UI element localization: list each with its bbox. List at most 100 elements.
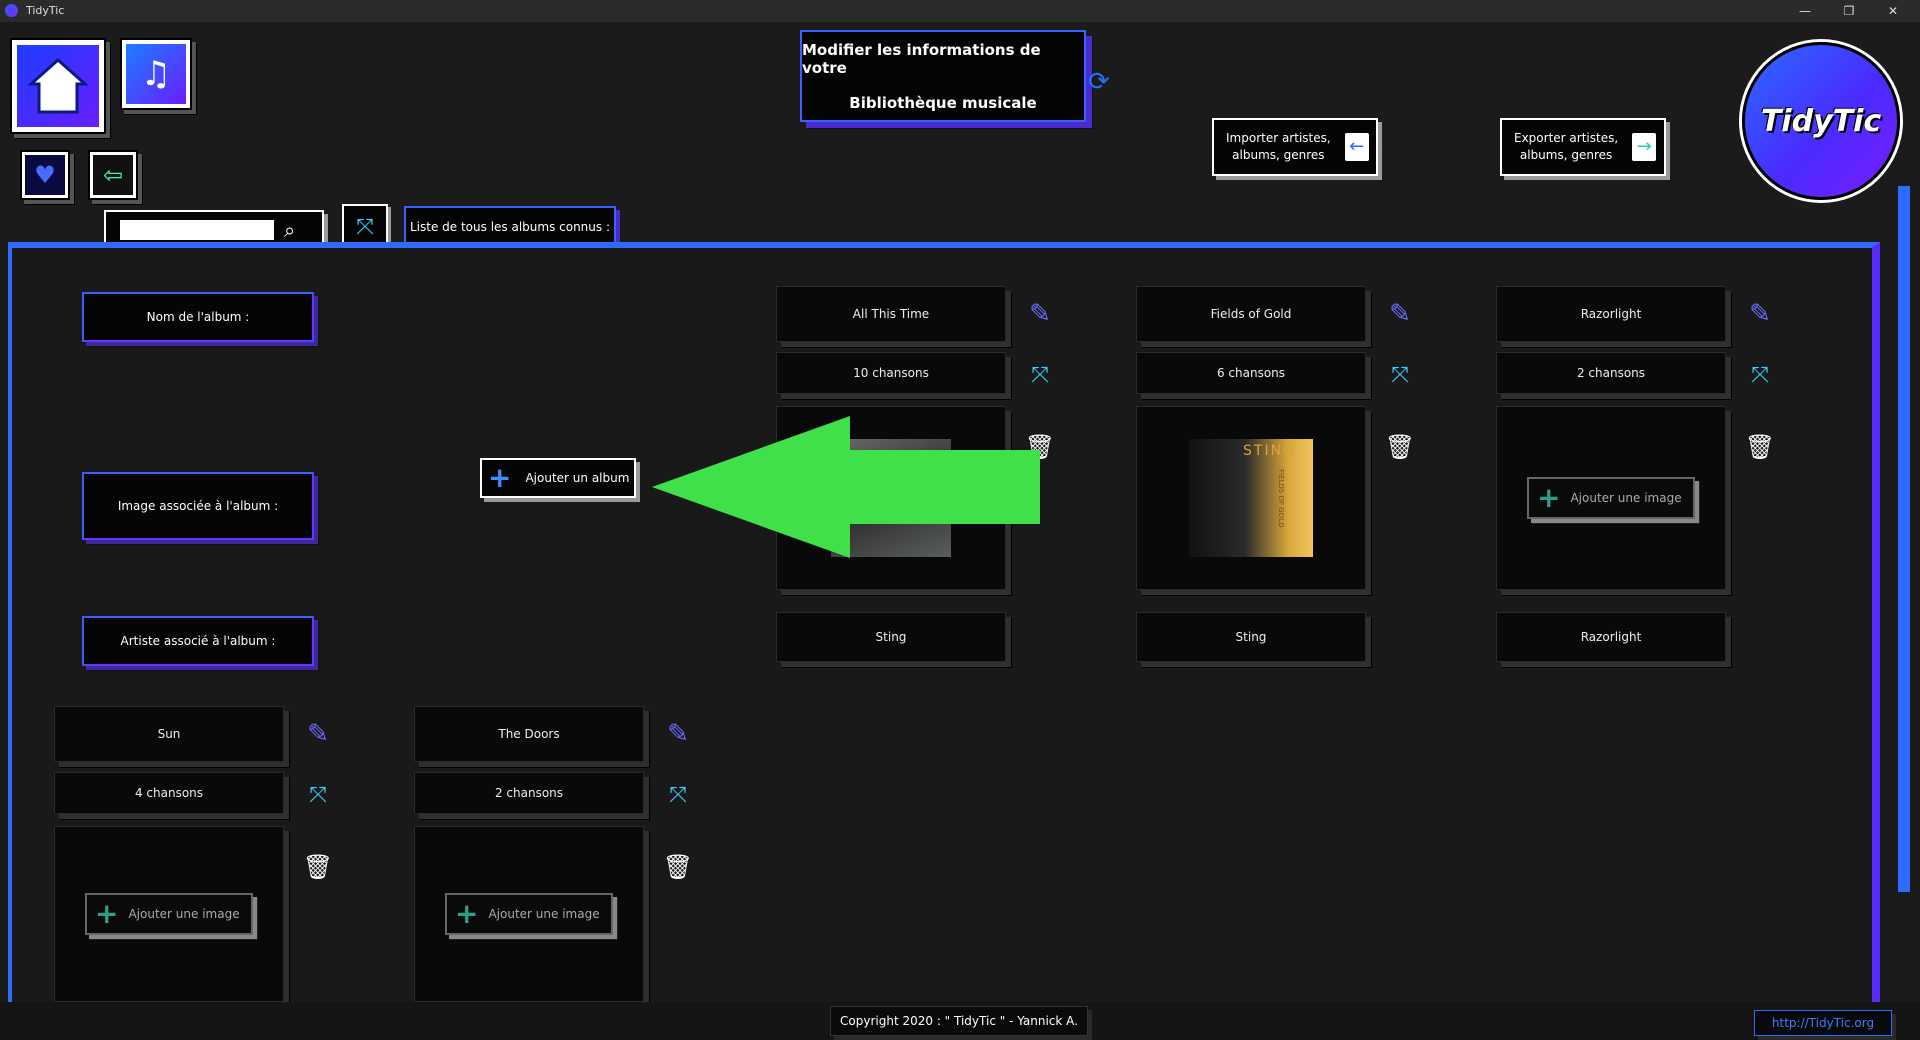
- expand-icon[interactable]: ⤧: [1384, 360, 1416, 390]
- album-songs: 4 chansons: [134, 786, 204, 800]
- copyright-text: Copyright 2020 : " TidyTic " - Yannick A…: [830, 1006, 1088, 1036]
- album-name-label-text: Nom de l'album :: [146, 310, 250, 324]
- add-image-button[interactable]: + Ajouter une image: [1527, 477, 1695, 519]
- favorites-button[interactable]: ♥: [20, 150, 70, 200]
- add-album-label: Ajouter un album: [525, 471, 630, 485]
- app-icon: [5, 4, 18, 17]
- add-image-label: Ajouter une image: [128, 907, 240, 921]
- copyright-label: Copyright 2020 : " TidyTic " - Yannick A…: [840, 1014, 1078, 1028]
- expand-icon[interactable]: ⤧: [1024, 360, 1056, 390]
- add-image-label: Ajouter une image: [1570, 491, 1682, 505]
- album-songs-box: 4 chansons: [54, 772, 284, 814]
- list-tab-label: Liste de tous les albums connus :: [409, 220, 611, 234]
- add-image-button[interactable]: + Ajouter une image: [85, 893, 253, 935]
- pencil-icon[interactable]: ✎: [1384, 298, 1416, 330]
- album-songs-box: 10 chansons: [776, 352, 1006, 394]
- trash-icon[interactable]: 🗑: [1744, 430, 1776, 464]
- plus-icon: +: [1537, 481, 1561, 514]
- website-link-label: http://TidyTic.org: [1771, 1016, 1875, 1030]
- import-label-1: Importer artistes,: [1226, 131, 1331, 145]
- green-arrow-annotation: [652, 416, 1040, 558]
- album-image-box: + Ajouter une image: [414, 826, 644, 1002]
- plus-icon: +: [455, 897, 479, 930]
- plus-icon: +: [95, 897, 119, 930]
- album-artist: Sting: [1235, 630, 1267, 644]
- close-button[interactable]: ✕: [1870, 0, 1916, 22]
- add-album-button[interactable]: + Ajouter un album: [480, 458, 636, 498]
- album-songs: 6 chansons: [1216, 366, 1286, 380]
- trash-icon[interactable]: 🗑: [1384, 430, 1416, 464]
- add-image-button[interactable]: + Ajouter une image: [445, 893, 613, 935]
- album-artist-box[interactable]: Razorlight: [1496, 612, 1726, 662]
- album-image-label-text: Image associée à l'album :: [117, 499, 279, 513]
- album-songs-box: 6 chansons: [1136, 352, 1366, 394]
- page-title-line1: Modifier les informations de votre: [802, 40, 1041, 77]
- trash-icon[interactable]: 🗑: [662, 850, 694, 884]
- album-artist-box[interactable]: Sting: [776, 612, 1006, 662]
- pencil-icon[interactable]: ✎: [302, 718, 334, 750]
- collapse-icon: ⤧: [356, 214, 374, 240]
- album-name: Sun: [157, 727, 181, 741]
- export-button[interactable]: Exporter artistes, albums, genres →: [1500, 118, 1666, 176]
- restore-button[interactable]: ❐: [1826, 0, 1872, 22]
- album-name-label: Nom de l'album :: [82, 292, 314, 342]
- album-artist: Sting: [875, 630, 907, 644]
- plus-icon: +: [488, 461, 512, 494]
- expand-icon[interactable]: ⤧: [302, 780, 334, 810]
- minimize-button[interactable]: —: [1782, 0, 1828, 22]
- page-title-line2: Bibliothèque musicale: [849, 93, 1037, 112]
- album-name-box[interactable]: All This Time: [776, 286, 1006, 342]
- arrow-left-icon: ⇦: [93, 155, 133, 195]
- album-songs: 10 chansons: [853, 366, 929, 380]
- album-name: All This Time: [852, 307, 930, 321]
- import-button[interactable]: Importer artistes, albums, genres ←: [1212, 118, 1378, 176]
- home-icon: [17, 45, 99, 127]
- album-name: Razorlight: [1580, 307, 1642, 321]
- export-label-1: Exporter artistes,: [1514, 131, 1619, 145]
- back-button[interactable]: ⇦: [88, 150, 138, 200]
- album-name-box[interactable]: Razorlight: [1496, 286, 1726, 342]
- album-artist-box[interactable]: Sting: [1136, 612, 1366, 662]
- album-name-box[interactable]: Fields of Gold: [1136, 286, 1366, 342]
- search-input[interactable]: [120, 220, 274, 240]
- album-artist-label: Artiste associé à l'album :: [82, 616, 314, 666]
- album-artist-label-text: Artiste associé à l'album :: [120, 634, 276, 648]
- cover-title: STING: [1243, 443, 1296, 459]
- window-title: TidyTic: [26, 4, 65, 17]
- title-bar: TidyTic — ❐ ✕: [0, 0, 1920, 22]
- cover-subtitle: FIELDS OF GOLD: [1277, 469, 1285, 528]
- album-name: Fields of Gold: [1210, 307, 1292, 321]
- album-songs: 2 chansons: [1576, 366, 1646, 380]
- music-edit-button[interactable]: ♫: [120, 38, 192, 110]
- album-name-box[interactable]: Sun: [54, 706, 284, 762]
- export-label-2: albums, genres: [1519, 148, 1613, 162]
- heart-icon: ♥: [25, 155, 65, 195]
- pencil-icon[interactable]: ✎: [1024, 298, 1056, 330]
- website-link[interactable]: http://TidyTic.org: [1754, 1010, 1892, 1036]
- import-label-2: albums, genres: [1232, 148, 1325, 162]
- album-artist: Razorlight: [1580, 630, 1642, 644]
- page-title: Modifier les informations de votre Bibli…: [800, 30, 1086, 122]
- album-image-box[interactable]: STING FIELDS OF GOLD: [1136, 406, 1366, 590]
- expand-icon[interactable]: ⤧: [662, 780, 694, 810]
- album-songs-box: 2 chansons: [1496, 352, 1726, 394]
- expand-icon[interactable]: ⤧: [1744, 360, 1776, 390]
- album-name: The Doors: [498, 727, 560, 741]
- album-songs: 2 chansons: [494, 786, 564, 800]
- album-image-label: Image associée à l'album :: [82, 472, 314, 540]
- home-button[interactable]: [10, 38, 106, 134]
- music-note-icon: ♫: [126, 44, 186, 104]
- album-image-box: + Ajouter une image: [1496, 406, 1726, 590]
- import-icon: ←: [1344, 133, 1369, 161]
- album-songs-box: 2 chansons: [414, 772, 644, 814]
- pencil-icon[interactable]: ✎: [1744, 298, 1776, 330]
- scrollbar-thumb[interactable]: [1898, 186, 1910, 892]
- add-image-label: Ajouter une image: [488, 907, 600, 921]
- pencil-icon[interactable]: ✎: [662, 718, 694, 750]
- album-name-box[interactable]: The Doors: [414, 706, 644, 762]
- tidytic-logo: TidyTic: [1742, 42, 1900, 200]
- refresh-icon[interactable]: ⟳: [1088, 68, 1116, 96]
- search-icon[interactable]: ⌕: [284, 218, 295, 242]
- trash-icon[interactable]: 🗑: [302, 850, 334, 884]
- album-image-box: + Ajouter une image: [54, 826, 284, 1002]
